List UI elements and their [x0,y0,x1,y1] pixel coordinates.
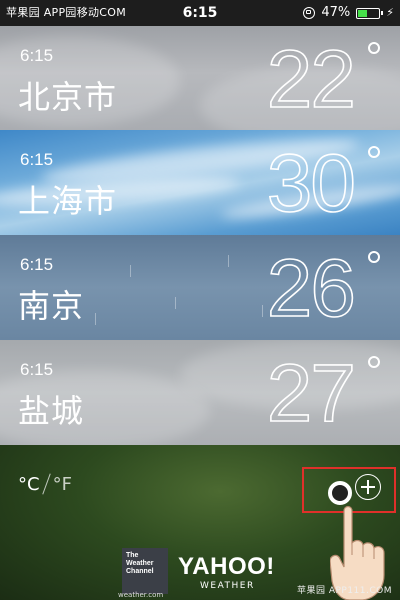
yahoo-logo: YAHOO! [178,553,275,580]
city-time: 6:15 [20,150,54,169]
fahrenheit-option[interactable]: °F [53,474,72,495]
watermark: 苹果园 APP111.COM [296,586,392,596]
rain-decor [228,255,229,267]
city-name: 南京 [18,287,85,325]
city-temperature: 26 [266,242,357,335]
twc-line: The [126,552,139,559]
weather-channel-logo: The Weather Channel [122,548,168,594]
twc-line: Channel [126,568,154,575]
city-row-yancheng[interactable]: 6:15 盐城 27 [0,340,400,445]
city-row-shanghai[interactable]: 6:15 上海市 30 [0,130,400,235]
twc-line: Weather [126,560,154,567]
rain-decor [262,305,263,317]
rain-decor [175,297,176,309]
degree-icon [368,146,380,158]
city-name: 盐城 [18,392,85,430]
degree-icon [368,356,380,368]
city-time: 6:15 [20,255,54,274]
plus-circle-icon[interactable] [355,474,381,500]
city-temperature: 22 [266,33,357,126]
battery-fill [358,9,368,17]
tap-indicator-icon [328,481,352,505]
yahoo-weather-label: WEATHER [200,581,255,591]
battery-icon [356,7,384,19]
rain-decor [95,313,96,325]
degree-icon [368,251,380,263]
twc-url: weather.com [118,591,164,599]
bottom-toolbar: °C °F The Weather Channel weather.com YA… [0,445,400,600]
city-temperature: 30 [266,137,357,230]
battery-percent: 47% [321,5,351,20]
city-row-nanjing[interactable]: 6:15 南京 26 [0,235,400,340]
city-row-beijing[interactable]: 6:15 北京市 22 [0,26,400,130]
status-right-group: 47% ⚡ [303,0,394,26]
unit-toggle[interactable]: °C °F [18,473,72,495]
city-name: 北京市 [18,78,118,116]
celsius-option[interactable]: °C [18,474,40,495]
rain-decor [130,265,131,277]
degree-icon [368,42,380,54]
city-temperature: 27 [266,347,357,440]
city-time: 6:15 [20,360,54,379]
status-bar: 苹果园 APP园移动COM 6:15 47% ⚡ [0,0,400,26]
rotation-lock-icon [303,7,316,19]
unit-divider [41,473,51,495]
charging-bolt-icon: ⚡ [386,6,394,19]
city-time: 6:15 [20,46,54,65]
city-name: 上海市 [18,182,118,220]
